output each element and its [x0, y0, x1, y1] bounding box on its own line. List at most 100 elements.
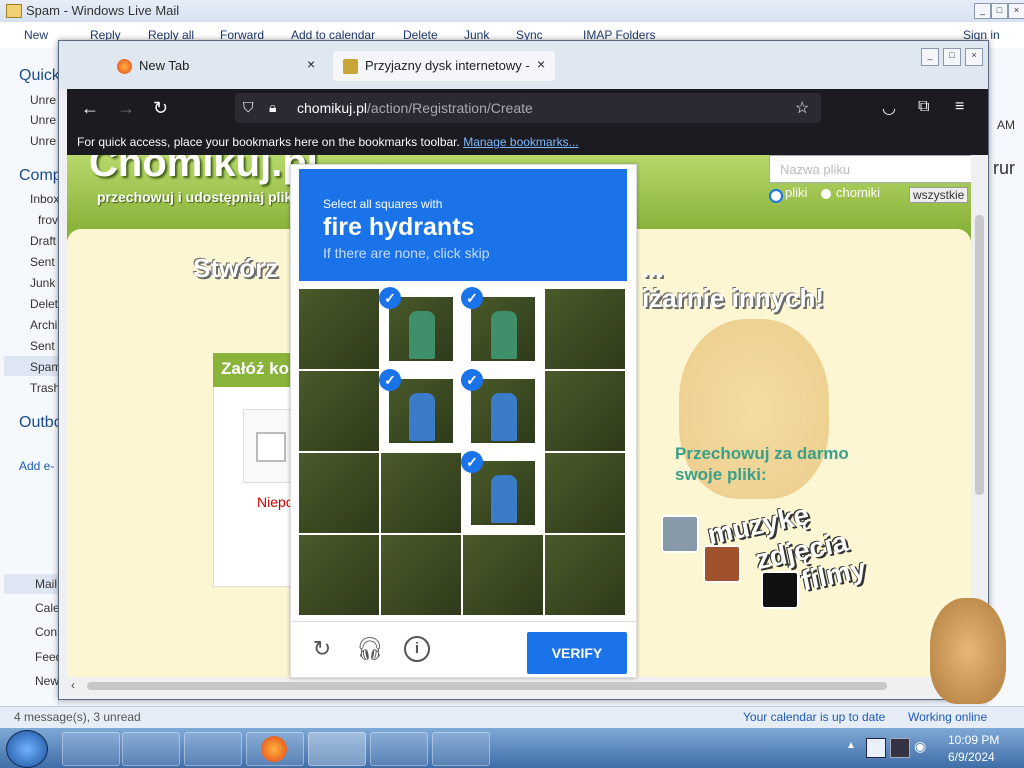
back-icon[interactable]: ← [81, 98, 99, 119]
tab-label: New Tab [139, 58, 190, 73]
captcha-tile[interactable]: ✓ [461, 369, 543, 451]
manage-bookmarks-link[interactable]: Manage bookmarks... [463, 135, 578, 149]
nav-calendar[interactable]: Cale [35, 601, 60, 615]
nav-contacts[interactable]: Con [35, 625, 57, 639]
scrollbar-thumb[interactable] [87, 682, 887, 690]
tray-volume-icon[interactable]: ◉ [914, 738, 926, 755]
taskbar-app-media[interactable] [122, 732, 180, 766]
folder-item[interactable]: Junk [30, 276, 55, 290]
folder-item[interactable]: Sent [30, 255, 55, 269]
captcha-tile[interactable]: ✓ [461, 451, 543, 533]
nav-newsgroups[interactable]: New [35, 674, 59, 688]
taskbar-app-firefox[interactable] [246, 732, 304, 766]
reload-icon[interactable]: ↻ [153, 98, 168, 119]
radio-users[interactable] [821, 189, 831, 199]
folder-item[interactable]: Inbox [30, 192, 59, 206]
close-button[interactable]: × [965, 48, 983, 66]
minimize-button[interactable]: _ [921, 48, 939, 66]
forward-icon[interactable]: → [117, 98, 135, 119]
minimize-button[interactable]: _ [974, 3, 991, 19]
captcha-tile[interactable] [381, 535, 461, 615]
outbox-header[interactable]: Outbo [19, 414, 63, 432]
pocket-icon[interactable]: ◡ [882, 98, 896, 118]
folder-item[interactable]: Unre [30, 113, 56, 127]
captcha-tile[interactable] [545, 371, 625, 451]
captcha-tile[interactable] [545, 535, 625, 615]
clock-time[interactable]: 10:09 PM [948, 733, 999, 747]
calendar-status[interactable]: Your calendar is up to date [743, 710, 885, 724]
captcha-tile[interactable] [545, 453, 625, 533]
folder-item[interactable]: Delet [30, 297, 58, 311]
url-bar[interactable]: ⛉ 🔒︎ chomikuj.pl/action/Registration/Cre… [235, 93, 821, 123]
online-status[interactable]: Working online [908, 710, 987, 724]
tab-chomikuj[interactable]: Przyjazny dysk internetowy - Ch × [333, 51, 555, 81]
bookmarks-message: For quick access, place your bookmarks h… [77, 135, 460, 149]
folder-item[interactable]: Unre [30, 134, 56, 148]
tab-new-tab[interactable]: New Tab × [107, 51, 327, 81]
audio-icon[interactable]: 🎧︎ [356, 636, 384, 662]
folder-item[interactable]: Draft [30, 234, 56, 248]
folder-item[interactable]: frov [38, 213, 58, 227]
clock-date[interactable]: 6/9/2024 [948, 750, 995, 764]
register-title: Załóż kor [221, 359, 296, 378]
captcha-tile[interactable] [299, 371, 379, 451]
new-button[interactable]: New [24, 28, 48, 42]
captcha-tile[interactable] [299, 289, 379, 369]
scrollbar-thumb[interactable] [975, 215, 984, 495]
star-icon[interactable]: ☆ [795, 98, 809, 118]
taskbar-app-tasks[interactable] [370, 732, 428, 766]
filter-select[interactable]: wszystkie [909, 187, 969, 203]
nav-mail[interactable]: Mail [4, 574, 58, 594]
folder-item[interactable]: Unre [30, 93, 56, 107]
taskbar-app-terminal[interactable] [62, 732, 120, 766]
maximize-button[interactable]: □ [991, 3, 1008, 19]
folder-item-selected[interactable]: Spam [4, 356, 58, 376]
info-icon[interactable]: i [404, 636, 430, 662]
captcha-tile[interactable] [381, 453, 461, 533]
captcha-tile[interactable] [299, 535, 379, 615]
verify-button[interactable]: VERIFY [527, 632, 627, 674]
scroll-left-icon[interactable]: ‹ [71, 678, 75, 692]
hydrant-image [491, 311, 517, 359]
message-count: 4 message(s), 3 unread [14, 710, 141, 724]
maximize-button[interactable]: □ [943, 48, 961, 66]
radio-files[interactable] [769, 189, 783, 203]
wlm-folder-pane: Quick Unre Unre Unre Comp Inbox frov Dra… [0, 48, 63, 708]
tray-app-icon[interactable] [866, 738, 886, 758]
start-button[interactable] [6, 730, 48, 768]
error-message: Niepc [257, 494, 293, 510]
horizontal-scrollbar[interactable]: ‹ [67, 677, 971, 695]
tray-network-icon[interactable] [890, 738, 910, 758]
folder-item[interactable]: Trash [30, 381, 60, 395]
captcha-tile[interactable] [463, 535, 543, 615]
captcha-tile[interactable]: ✓ [379, 369, 461, 451]
hydrant-image [409, 393, 435, 441]
checkmark-icon: ✓ [461, 451, 483, 473]
folder-item[interactable]: Sent [30, 339, 55, 353]
add-account-link[interactable]: Add e- [19, 459, 54, 473]
promo-line2: swoje pliki: [675, 465, 767, 484]
close-button[interactable]: × [1008, 3, 1024, 19]
captcha-tile[interactable]: ✓ [461, 287, 543, 369]
captcha-tile[interactable] [299, 453, 379, 533]
firefox-icon [117, 59, 132, 74]
close-tab-icon[interactable]: × [307, 56, 315, 72]
extensions-icon[interactable]: ⧉ [918, 98, 929, 116]
captcha-checkbox[interactable] [256, 432, 286, 462]
captcha-tile[interactable]: ✓ [379, 287, 461, 369]
lock-icon[interactable]: 🔒︎ [269, 99, 276, 116]
close-tab-icon[interactable]: × [537, 56, 545, 72]
taskbar-app-browser[interactable] [184, 732, 242, 766]
captcha-hint: If there are none, click skip [323, 245, 490, 261]
taskbar-app-chomikuj[interactable] [432, 732, 490, 766]
folder-item-label: Spam [30, 360, 58, 374]
taskbar-app-mail[interactable] [308, 732, 366, 766]
menu-icon[interactable]: ≡ [955, 98, 964, 116]
shield-icon[interactable]: ⛉ [243, 99, 254, 116]
tray-expand-icon[interactable]: ▲ [846, 740, 856, 751]
folder-item[interactable]: Archi [30, 318, 57, 332]
refresh-icon[interactable]: ↻ [309, 636, 335, 662]
file-search-input[interactable]: Nazwa pliku [769, 155, 971, 183]
captcha-tile[interactable] [545, 289, 625, 369]
site-logo[interactable]: Chomikuj.pl [89, 155, 318, 186]
